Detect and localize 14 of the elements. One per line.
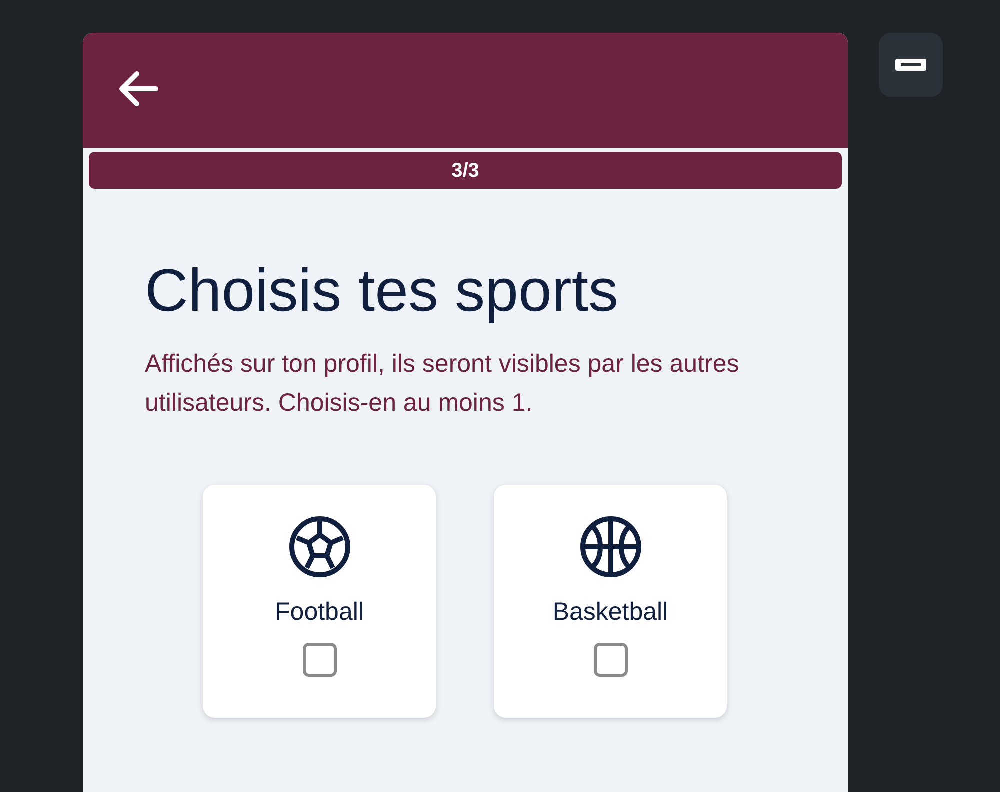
sport-label: Basketball: [552, 597, 668, 627]
soccer-ball-icon: [288, 515, 352, 579]
keyboard-icon: [894, 57, 928, 73]
description-text: Affichés sur ton profil, ils seront visibles par les autres utilisateurs. Choisis-en au moins 1.: [145, 349, 740, 419]
sport-card[interactable]: Football: [203, 485, 436, 718]
sport-label: Football: [275, 597, 364, 627]
checkbox[interactable]: [302, 643, 336, 677]
progress-label: 3/3: [452, 158, 480, 184]
keyboard-button[interactable]: [879, 33, 943, 97]
checkbox[interactable]: [594, 643, 628, 677]
page-title: Choisis tes sports: [145, 256, 620, 326]
sport-card[interactable]: Basketball: [494, 485, 727, 718]
back-arrow-icon: [118, 71, 158, 107]
basketball-icon: [578, 515, 642, 579]
